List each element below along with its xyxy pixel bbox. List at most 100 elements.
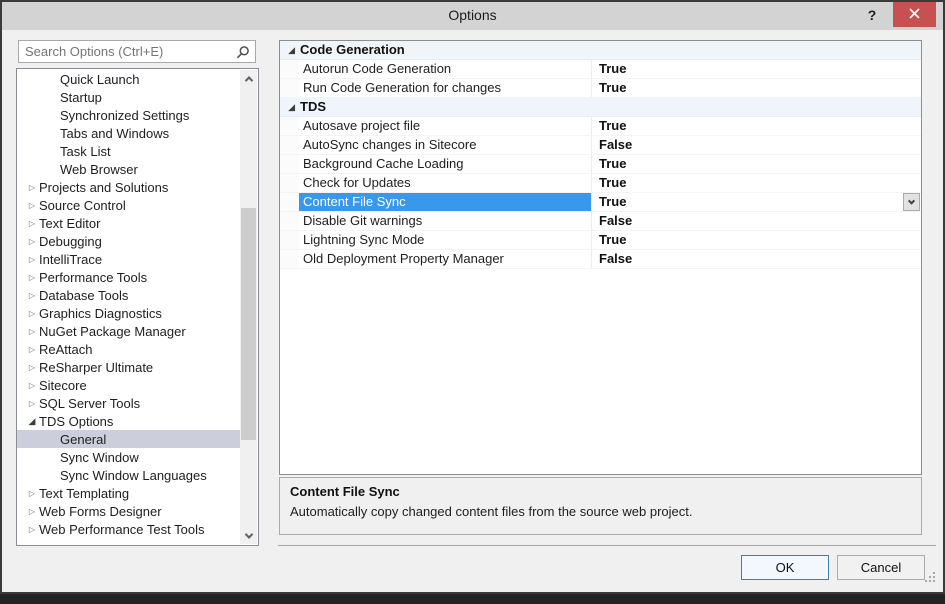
row-indent <box>280 136 299 154</box>
expander-collapsed-icon[interactable]: ▷ <box>25 291 39 300</box>
tree-item-web-forms-designer[interactable]: ▷Web Forms Designer <box>17 502 240 520</box>
tree-item-web-performance-test-tools[interactable]: ▷Web Performance Test Tools <box>17 520 240 538</box>
resize-grip-icon[interactable] <box>924 570 936 588</box>
expander-expanded-icon[interactable]: ◢ <box>25 416 39 427</box>
expander-collapsed-icon[interactable]: ▷ <box>25 507 39 516</box>
divider <box>278 545 936 546</box>
expander-collapsed-icon[interactable]: ▷ <box>25 273 39 282</box>
property-name[interactable]: Disable Git warnings <box>299 212 591 230</box>
property-value[interactable]: False <box>591 250 921 268</box>
tree-item-synchronized-settings[interactable]: Synchronized Settings <box>17 106 240 124</box>
tree-item-label: Sitecore <box>39 378 87 393</box>
tree-item-performance-tools[interactable]: ▷Performance Tools <box>17 268 240 286</box>
tree-item-web-browser[interactable]: Web Browser <box>17 160 240 178</box>
tree-item-quick-launch[interactable]: Quick Launch <box>17 70 240 88</box>
tree-item-graphics-diagnostics[interactable]: ▷Graphics Diagnostics <box>17 304 240 322</box>
tree-item-intellitrace[interactable]: ▷IntelliTrace <box>17 250 240 268</box>
property-name[interactable]: Autorun Code Generation <box>299 60 591 78</box>
tree-item-text-editor[interactable]: ▷Text Editor <box>17 214 240 232</box>
property-row-autosave-project-file[interactable]: Autosave project fileTrue <box>280 117 921 136</box>
tree-item-task-list[interactable]: Task List <box>17 142 240 160</box>
expander-collapsed-icon[interactable]: ▷ <box>25 489 39 498</box>
value-dropdown-button[interactable] <box>903 193 920 211</box>
tree-item-general[interactable]: General <box>17 430 240 448</box>
category-row-tds[interactable]: ◢TDS <box>280 98 921 117</box>
title-bar[interactable]: Options ? <box>2 2 943 30</box>
expander-collapsed-icon[interactable]: ▷ <box>25 237 39 246</box>
expander-collapsed-icon[interactable]: ▷ <box>25 327 39 336</box>
property-value[interactable]: True <box>591 60 921 78</box>
tree-item-tds-options[interactable]: ◢TDS Options <box>17 412 240 430</box>
row-indent <box>280 155 299 173</box>
tree-item-label: Synchronized Settings <box>60 108 189 123</box>
expander-collapsed-icon[interactable]: ▷ <box>25 381 39 390</box>
tree-item-sitecore[interactable]: ▷Sitecore <box>17 376 240 394</box>
row-indent <box>280 174 299 192</box>
expander-collapsed-icon[interactable]: ▷ <box>25 255 39 264</box>
property-value[interactable]: True <box>591 79 921 97</box>
scroll-down-arrow-icon[interactable] <box>240 527 257 544</box>
property-value[interactable]: False <box>591 212 921 230</box>
row-indent <box>280 79 299 97</box>
property-name[interactable]: Lightning Sync Mode <box>299 231 591 249</box>
ok-button[interactable]: OK <box>741 555 829 580</box>
category-collapse-icon[interactable]: ◢ <box>280 41 295 59</box>
expander-collapsed-icon[interactable]: ▷ <box>25 399 39 408</box>
category-collapse-icon[interactable]: ◢ <box>280 98 295 116</box>
tree-item-startup[interactable]: Startup <box>17 88 240 106</box>
close-button[interactable] <box>893 2 936 27</box>
property-value[interactable]: True <box>591 117 921 135</box>
scrollbar-thumb[interactable] <box>241 208 256 440</box>
row-indent <box>280 60 299 78</box>
tree-item-nuget-package-manager[interactable]: ▷NuGet Package Manager <box>17 322 240 340</box>
help-button[interactable]: ? <box>859 3 885 28</box>
property-row-autosync-changes-in-sitecore[interactable]: AutoSync changes in SitecoreFalse <box>280 136 921 155</box>
property-row-old-deployment-property-manager[interactable]: Old Deployment Property ManagerFalse <box>280 250 921 269</box>
property-name[interactable]: Old Deployment Property Manager <box>299 250 591 268</box>
property-description-panel: Content File Sync Automatically copy cha… <box>279 477 922 535</box>
property-name[interactable]: Autosave project file <box>299 117 591 135</box>
property-row-background-cache-loading[interactable]: Background Cache LoadingTrue <box>280 155 921 174</box>
property-value[interactable]: True <box>591 231 921 249</box>
tree-item-database-tools[interactable]: ▷Database Tools <box>17 286 240 304</box>
property-name[interactable]: Check for Updates <box>299 174 591 192</box>
tree-item-tabs-and-windows[interactable]: Tabs and Windows <box>17 124 240 142</box>
property-row-check-for-updates[interactable]: Check for UpdatesTrue <box>280 174 921 193</box>
cancel-button[interactable]: Cancel <box>837 555 925 580</box>
property-name[interactable]: Run Code Generation for changes <box>299 79 591 97</box>
tree-item-reattach[interactable]: ▷ReAttach <box>17 340 240 358</box>
expander-collapsed-icon[interactable]: ▷ <box>25 363 39 372</box>
property-row-content-file-sync[interactable]: Content File SyncTrue <box>280 193 921 212</box>
property-value[interactable]: True <box>591 155 921 173</box>
tree-item-sync-window-languages[interactable]: Sync Window Languages <box>17 466 240 484</box>
expander-collapsed-icon[interactable]: ▷ <box>25 345 39 354</box>
row-indent <box>280 117 299 135</box>
category-row-code-generation[interactable]: ◢Code Generation <box>280 41 921 60</box>
expander-collapsed-icon[interactable]: ▷ <box>25 525 39 534</box>
property-row-lightning-sync-mode[interactable]: Lightning Sync ModeTrue <box>280 231 921 250</box>
expander-collapsed-icon[interactable]: ▷ <box>25 219 39 228</box>
property-name[interactable]: AutoSync changes in Sitecore <box>299 136 591 154</box>
tree-scrollbar[interactable] <box>240 70 257 544</box>
tree-item-debugging[interactable]: ▷Debugging <box>17 232 240 250</box>
property-row-disable-git-warnings[interactable]: Disable Git warningsFalse <box>280 212 921 231</box>
property-row-autorun-code-generation[interactable]: Autorun Code GenerationTrue <box>280 60 921 79</box>
tree-item-text-templating[interactable]: ▷Text Templating <box>17 484 240 502</box>
tree-item-resharper-ultimate[interactable]: ▷ReSharper Ultimate <box>17 358 240 376</box>
tree-item-sql-server-tools[interactable]: ▷SQL Server Tools <box>17 394 240 412</box>
tree-item-sync-window[interactable]: Sync Window <box>17 448 240 466</box>
expander-collapsed-icon[interactable]: ▷ <box>25 183 39 192</box>
expander-collapsed-icon[interactable]: ▷ <box>25 309 39 318</box>
property-value[interactable]: True <box>591 193 921 211</box>
property-row-run-code-generation-for-changes[interactable]: Run Code Generation for changesTrue <box>280 79 921 98</box>
property-value[interactable]: False <box>591 136 921 154</box>
expander-collapsed-icon[interactable]: ▷ <box>25 201 39 210</box>
search-input[interactable] <box>19 44 234 59</box>
property-value[interactable]: True <box>591 174 921 192</box>
tree-item-source-control[interactable]: ▷Source Control <box>17 196 240 214</box>
scroll-up-arrow-icon[interactable] <box>240 70 257 87</box>
property-name[interactable]: Content File Sync <box>299 193 591 211</box>
property-name[interactable]: Background Cache Loading <box>299 155 591 173</box>
tree-item-projects-and-solutions[interactable]: ▷Projects and Solutions <box>17 178 240 196</box>
options-tree: Quick LaunchStartup Synchronized Settings… <box>16 68 259 546</box>
